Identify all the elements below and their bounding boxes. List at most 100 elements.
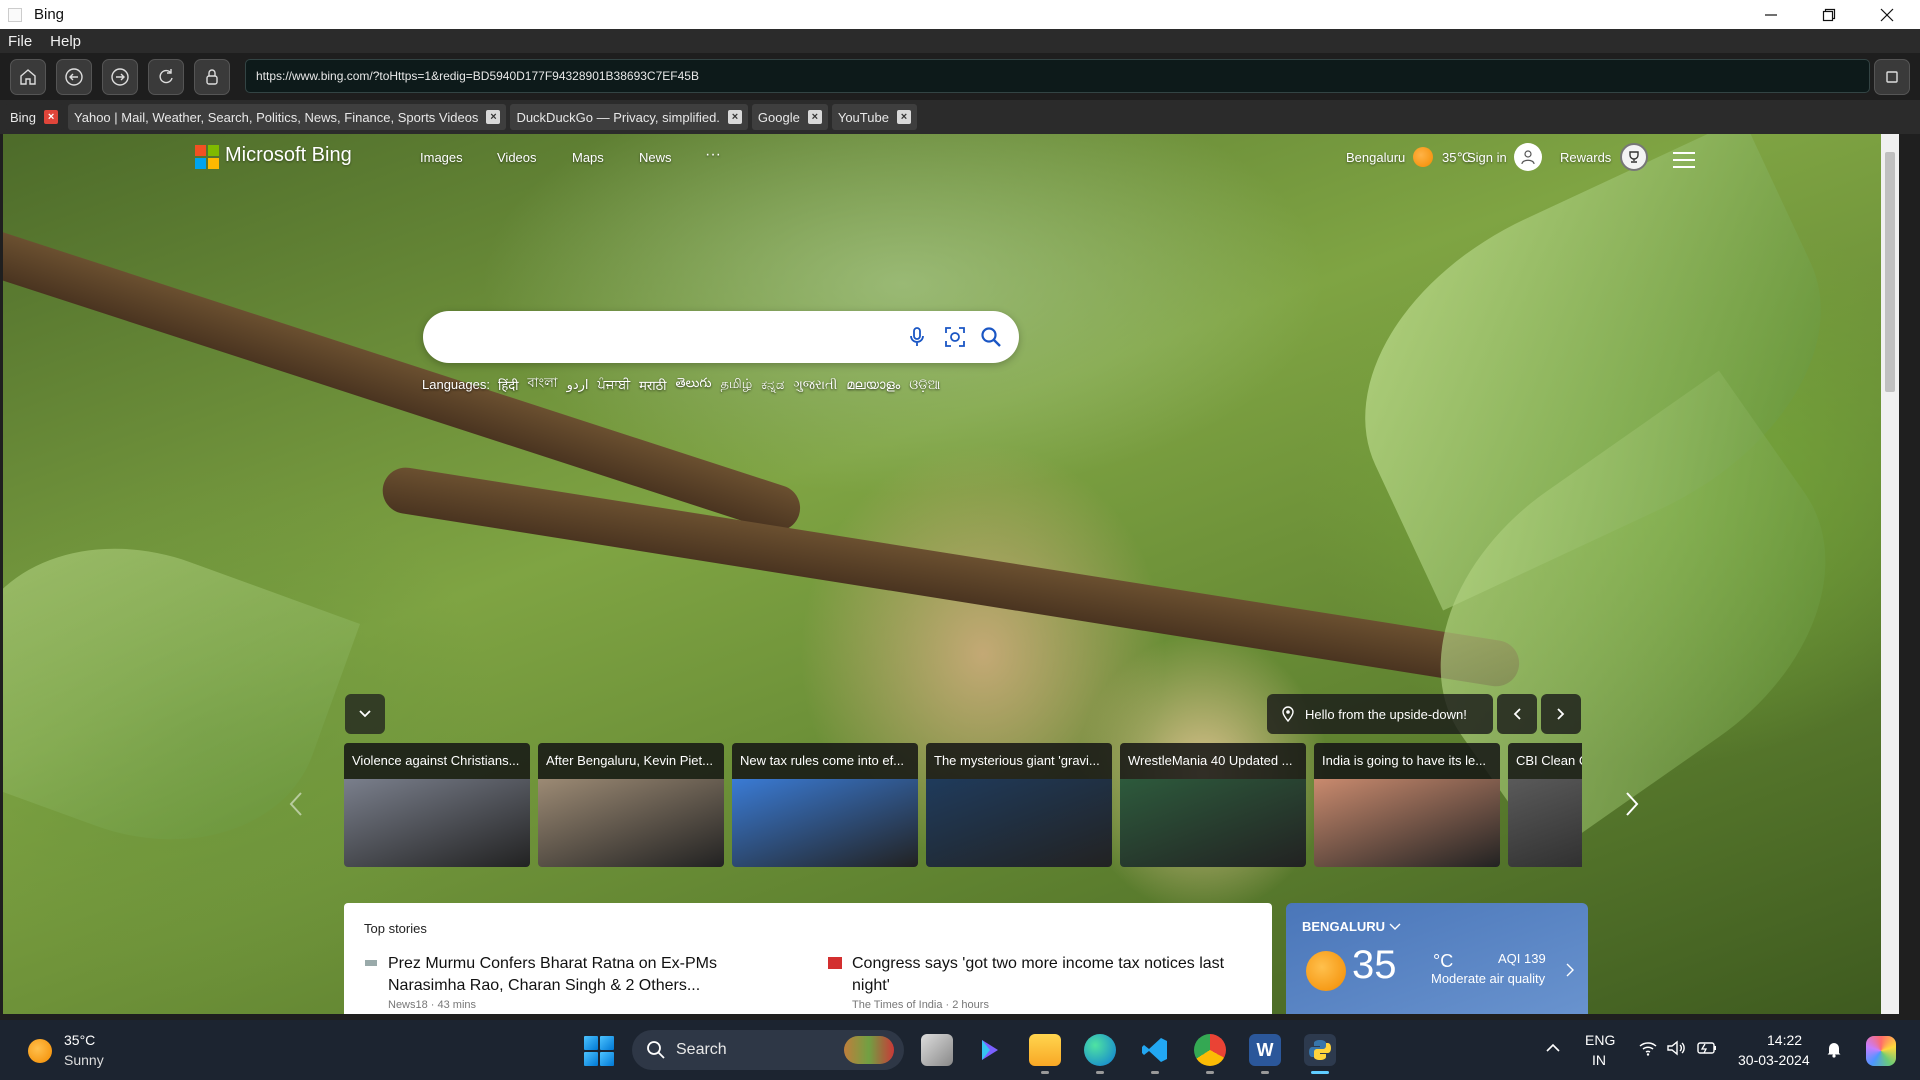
taskbar-weather-desc[interactable]: Sunny	[64, 1052, 104, 1068]
language-link[interactable]: ଓଡ଼ିଆ	[909, 377, 940, 393]
news-card[interactable]: CBI Clean C...	[1508, 743, 1582, 867]
language-link[interactable]: বাংলা	[528, 374, 558, 395]
news-card[interactable]: Violence against Christians...	[344, 743, 530, 867]
taskbar-weather-temp[interactable]: 35°C	[64, 1032, 95, 1048]
menu-hamburger-icon[interactable]	[1673, 152, 1695, 168]
language-link[interactable]: हिंदी	[498, 376, 519, 394]
news-card-image[interactable]	[732, 779, 918, 867]
tab-2[interactable]: DuckDuckGo — Privacy, simplified. ×	[510, 104, 748, 130]
news-card[interactable]: The mysterious giant 'gravi...	[926, 743, 1112, 867]
weather-city[interactable]: BENGALURU	[1302, 919, 1385, 934]
microphone-icon[interactable]	[905, 325, 929, 349]
language-link[interactable]: தமிழ்	[720, 376, 752, 393]
region-code[interactable]: IN	[1592, 1052, 1606, 1068]
reload-button[interactable]	[148, 58, 184, 95]
microsoft-logo-icon[interactable]	[195, 145, 219, 169]
news-card[interactable]: New tax rules come into ef...	[732, 743, 918, 867]
tab-close-icon[interactable]: ×	[44, 110, 59, 124]
taskbar-search[interactable]: Search	[632, 1030, 904, 1070]
windows-start-icon[interactable]	[584, 1036, 614, 1066]
avatar[interactable]	[1514, 143, 1542, 171]
tab-close-icon[interactable]: ×	[486, 110, 501, 124]
word-icon[interactable]: W	[1249, 1034, 1281, 1066]
bing-brand[interactable]: Microsoft Bing	[225, 144, 352, 167]
sun-icon[interactable]	[28, 1039, 52, 1063]
chrome-icon[interactable]	[1194, 1034, 1226, 1066]
news-card[interactable]: After Bengaluru, Kevin Piet...	[538, 743, 724, 867]
tab-1[interactable]: Yahoo | Mail, Weather, Search, Politics,…	[68, 104, 507, 130]
language-code[interactable]: ENG	[1585, 1032, 1615, 1048]
news-card-image[interactable]	[1314, 779, 1500, 867]
news-card-image[interactable]	[344, 779, 530, 867]
carousel-prev-button[interactable]	[281, 784, 311, 824]
panel-button[interactable]	[1874, 59, 1910, 95]
nav-maps[interactable]: Maps	[572, 150, 604, 165]
wifi-icon[interactable]	[1638, 1040, 1658, 1056]
tab-3[interactable]: Google ×	[751, 104, 828, 130]
image-info-pill[interactable]: Hello from the upside-down!	[1267, 694, 1493, 734]
language-link[interactable]: ਪੰਜਾਬੀ	[598, 377, 631, 393]
tab-4[interactable]: YouTube ×	[831, 104, 917, 130]
news-card-image[interactable]	[926, 779, 1112, 867]
home-button[interactable]	[10, 58, 46, 95]
news-card-caption[interactable]: Violence against Christians...	[344, 743, 530, 779]
clock-date[interactable]: 30-03-2024	[1738, 1052, 1810, 1068]
news-card-image[interactable]	[1120, 779, 1306, 867]
previous-image-button[interactable]	[1497, 694, 1537, 734]
security-button[interactable]	[194, 58, 230, 95]
news-card-caption[interactable]: India is going to have its le...	[1314, 743, 1500, 779]
url-input[interactable]	[256, 69, 1869, 83]
task-view-icon[interactable]	[921, 1034, 953, 1066]
search-box[interactable]	[423, 311, 1019, 363]
forward-button[interactable]	[102, 58, 138, 95]
volume-icon[interactable]	[1666, 1040, 1686, 1056]
language-link[interactable]: اردو	[567, 377, 589, 393]
file-explorer-icon[interactable]	[1029, 1034, 1061, 1066]
edge-icon[interactable]	[1084, 1034, 1116, 1066]
nav-news[interactable]: News	[639, 150, 672, 165]
notification-bell-icon[interactable]	[1826, 1040, 1842, 1058]
nav-more[interactable]: ···	[705, 146, 721, 164]
clock-time[interactable]: 14:22	[1767, 1032, 1802, 1048]
news-card-caption[interactable]: WrestleMania 40 Updated ...	[1120, 743, 1306, 779]
next-image-button[interactable]	[1541, 694, 1581, 734]
chevron-right-icon[interactable]	[1566, 963, 1574, 977]
news-card-caption[interactable]: After Bengaluru, Kevin Piet...	[538, 743, 724, 779]
tab-close-icon[interactable]: ×	[896, 110, 911, 124]
news-card-image[interactable]	[538, 779, 724, 867]
weather-card[interactable]: BENGALURU 35 °C AQI 139 Moderate air qua…	[1286, 903, 1588, 1014]
tab-0[interactable]: Bing ×	[4, 104, 65, 130]
sign-in-link[interactable]: Sign in	[1467, 150, 1507, 165]
copilot-tray-icon[interactable]	[1866, 1036, 1896, 1066]
search-icon[interactable]	[979, 325, 1003, 349]
story-headline[interactable]: Congress says 'got two more income tax n…	[828, 953, 1248, 997]
search-input[interactable]	[445, 325, 885, 349]
page-scrollbar[interactable]	[1881, 134, 1899, 1014]
news-card[interactable]: India is going to have its le...	[1314, 743, 1500, 867]
visual-search-icon[interactable]	[943, 325, 967, 349]
trophy-icon[interactable]	[1620, 143, 1648, 171]
nav-images[interactable]: Images	[420, 150, 463, 165]
nav-videos[interactable]: Videos	[497, 150, 537, 165]
language-link[interactable]: ಕನ್ನಡ	[761, 377, 784, 393]
address-bar[interactable]	[245, 59, 1870, 93]
back-button[interactable]	[56, 58, 92, 95]
story-headline[interactable]: Prez Murmu Confers Bharat Ratna on Ex-PM…	[364, 953, 784, 997]
language-link[interactable]: ગુજરાતી	[793, 377, 837, 393]
news-card-caption[interactable]: The mysterious giant 'gravi...	[926, 743, 1112, 779]
rewards-link[interactable]: Rewards	[1560, 150, 1611, 165]
menu-file[interactable]: File	[8, 33, 32, 50]
menu-help[interactable]: Help	[50, 33, 81, 50]
story-item[interactable]: Congress says 'got two more income tax n…	[828, 953, 1248, 1011]
language-link[interactable]: മലയാളം	[846, 377, 900, 393]
language-link[interactable]: తెలుగు	[676, 375, 712, 394]
copilot-icon[interactable]	[974, 1034, 1006, 1066]
chevron-up-icon[interactable]	[1545, 1043, 1561, 1053]
collapse-feed-button[interactable]	[345, 694, 385, 734]
news-card-caption[interactable]: New tax rules come into ef...	[732, 743, 918, 779]
carousel-next-button[interactable]	[1617, 784, 1647, 824]
language-link[interactable]: मराठी	[639, 376, 666, 394]
scrollbar-thumb[interactable]	[1885, 152, 1895, 392]
minimize-button[interactable]	[1742, 0, 1800, 29]
python-icon[interactable]	[1304, 1034, 1336, 1066]
